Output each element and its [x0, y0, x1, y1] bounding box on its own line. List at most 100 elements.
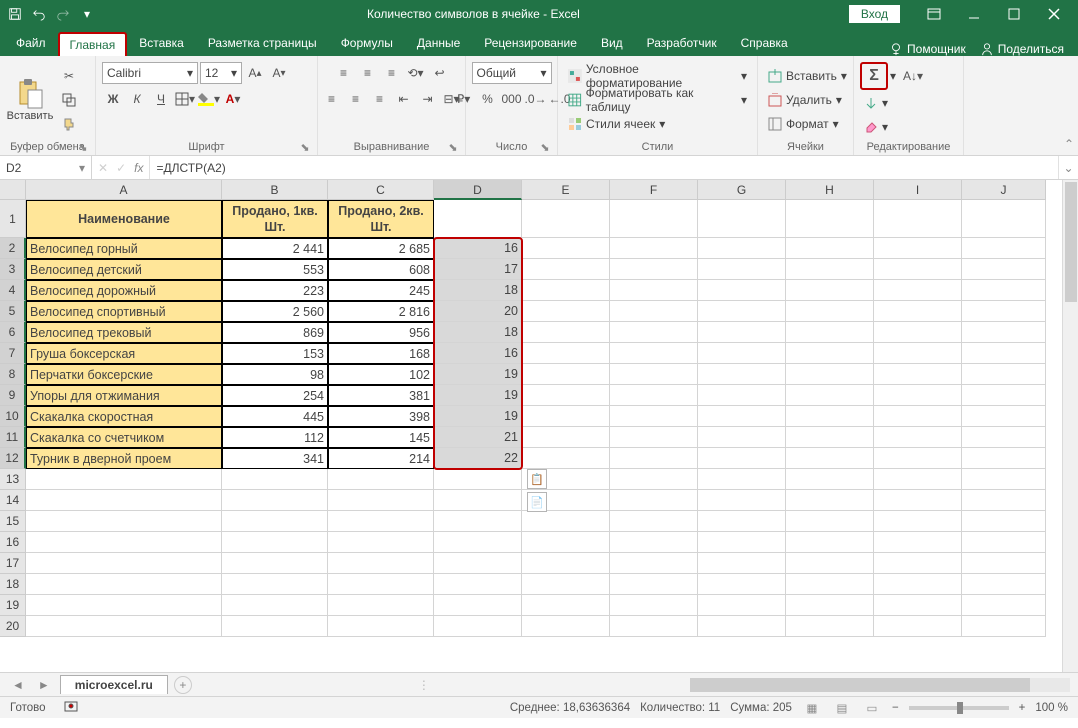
cell[interactable]: Велосипед горный [26, 238, 222, 259]
zoom-in-icon[interactable]: + [1019, 702, 1026, 714]
column-header[interactable]: E [522, 180, 610, 200]
cell[interactable]: 2 816 [328, 301, 434, 322]
column-header[interactable]: J [962, 180, 1046, 200]
cell[interactable] [610, 469, 698, 490]
cell[interactable] [222, 532, 328, 553]
cell[interactable] [698, 532, 786, 553]
cell[interactable] [610, 301, 698, 322]
cell[interactable] [698, 406, 786, 427]
cell[interactable]: 102 [328, 364, 434, 385]
cell[interactable] [522, 553, 610, 574]
cell[interactable]: 2 685 [328, 238, 434, 259]
font-size-combo[interactable]: 12▾ [200, 62, 242, 84]
cell[interactable] [522, 532, 610, 553]
copy-icon[interactable] [58, 89, 80, 111]
cell[interactable] [522, 448, 610, 469]
cell[interactable] [434, 532, 522, 553]
cell[interactable] [522, 301, 610, 322]
cell[interactable] [874, 553, 962, 574]
row-header[interactable]: 1 [0, 200, 26, 238]
cell[interactable] [698, 259, 786, 280]
cell[interactable] [328, 616, 434, 637]
cell[interactable] [786, 574, 874, 595]
cell[interactable] [328, 469, 434, 490]
cell[interactable] [610, 238, 698, 259]
cell[interactable] [962, 532, 1046, 553]
row-header[interactable]: 9 [0, 385, 26, 406]
cell[interactable] [434, 490, 522, 511]
cell[interactable]: Перчатки боксерские [26, 364, 222, 385]
cell[interactable] [610, 200, 698, 238]
cell[interactable] [434, 595, 522, 616]
share-button[interactable]: Поделиться [980, 42, 1064, 56]
cell[interactable]: 398 [328, 406, 434, 427]
cell[interactable]: Велосипед спортивный [26, 301, 222, 322]
cell[interactable] [610, 532, 698, 553]
align-right-icon[interactable]: ≡ [369, 88, 391, 110]
cell[interactable] [874, 490, 962, 511]
cell[interactable] [610, 553, 698, 574]
launcher-icon[interactable]: ⬊ [77, 141, 89, 153]
row-header[interactable]: 7 [0, 343, 26, 364]
redo-icon[interactable] [52, 3, 74, 25]
page-break-view-icon[interactable]: ▭ [862, 700, 882, 716]
cell[interactable] [962, 574, 1046, 595]
cell[interactable]: 17 [434, 259, 522, 280]
align-left-icon[interactable]: ≡ [321, 88, 343, 110]
insert-cells-button[interactable]: Вставить▾ [764, 65, 851, 87]
horizontal-scrollbar[interactable] [690, 678, 1070, 692]
cell[interactable] [522, 364, 610, 385]
cell[interactable] [786, 238, 874, 259]
tab-review[interactable]: Рецензирование [472, 30, 589, 56]
cell[interactable]: 608 [328, 259, 434, 280]
column-header[interactable]: H [786, 180, 874, 200]
cell[interactable] [610, 322, 698, 343]
cell[interactable]: 153 [222, 343, 328, 364]
tab-view[interactable]: Вид [589, 30, 635, 56]
cell[interactable]: 16 [434, 238, 522, 259]
cell[interactable] [222, 469, 328, 490]
undo-icon[interactable] [28, 3, 50, 25]
cell[interactable] [698, 364, 786, 385]
cell[interactable] [874, 448, 962, 469]
cell[interactable] [874, 322, 962, 343]
format-painter-icon[interactable] [58, 113, 80, 135]
cell[interactable] [786, 595, 874, 616]
cell[interactable] [610, 385, 698, 406]
align-top-icon[interactable]: ≡ [333, 62, 355, 84]
sort-filter-icon[interactable]: A↓▾ [902, 65, 924, 87]
cell[interactable] [26, 469, 222, 490]
cell[interactable] [786, 553, 874, 574]
cell[interactable] [26, 616, 222, 637]
cell[interactable] [786, 406, 874, 427]
cell[interactable]: Упоры для отжимания [26, 385, 222, 406]
cell[interactable] [610, 427, 698, 448]
cell[interactable]: Турник в дверной проем [26, 448, 222, 469]
cell[interactable]: 168 [328, 343, 434, 364]
cell[interactable] [962, 301, 1046, 322]
number-format-combo[interactable]: Общий▾ [472, 62, 552, 84]
column-header[interactable]: C [328, 180, 434, 200]
formula-input[interactable]: =ДЛСТР(A2) [150, 156, 1058, 179]
select-all-corner[interactable] [0, 180, 26, 200]
format-as-table-button[interactable]: Форматировать как таблицу▾ [564, 89, 751, 111]
cell[interactable] [610, 595, 698, 616]
cell[interactable] [698, 448, 786, 469]
cell[interactable] [962, 385, 1046, 406]
cell[interactable]: 19 [434, 406, 522, 427]
cell[interactable] [874, 511, 962, 532]
wrap-text-icon[interactable]: ↩ [429, 62, 451, 84]
cell[interactable] [522, 322, 610, 343]
qat-customize-icon[interactable]: ▾ [76, 3, 98, 25]
delete-cells-button[interactable]: Удалить▾ [764, 89, 851, 111]
cell[interactable] [610, 490, 698, 511]
row-header[interactable]: 5 [0, 301, 26, 322]
minimize-icon[interactable] [954, 0, 994, 28]
underline-icon[interactable]: Ч [150, 88, 172, 110]
fx-icon[interactable]: fx [134, 161, 143, 175]
cell[interactable] [522, 343, 610, 364]
cell[interactable] [874, 532, 962, 553]
cell[interactable] [26, 490, 222, 511]
cell[interactable] [610, 448, 698, 469]
launcher-icon[interactable]: ⬊ [539, 141, 551, 153]
